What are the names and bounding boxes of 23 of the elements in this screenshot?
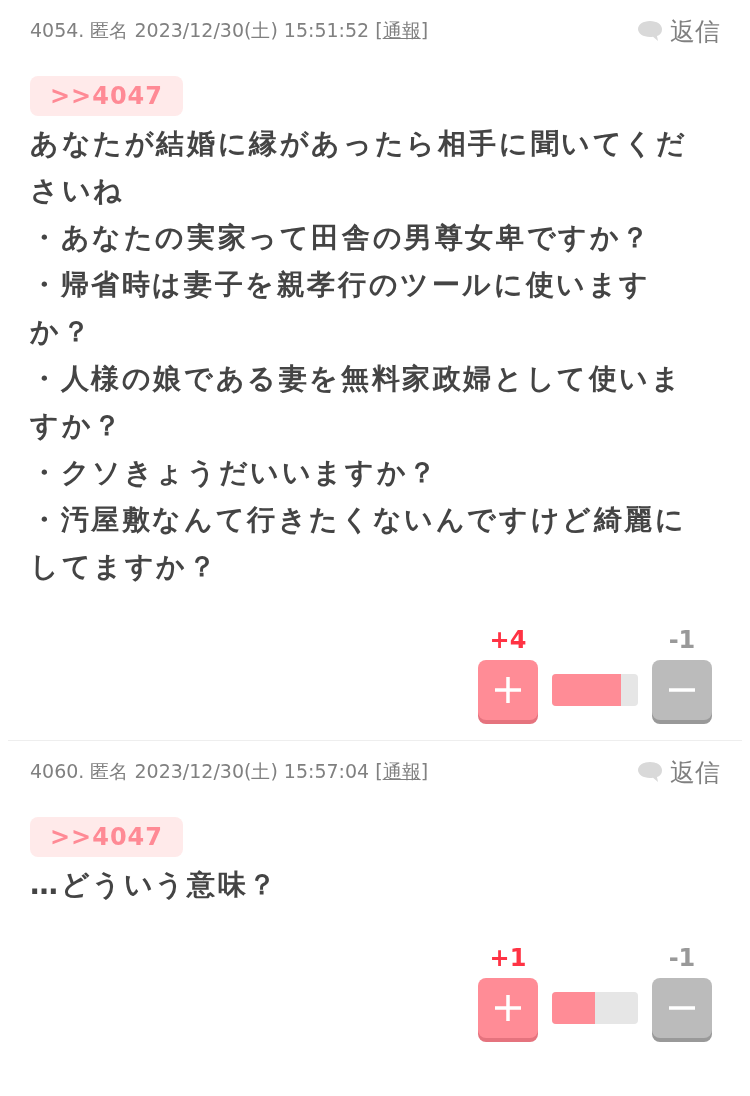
report-link[interactable]: 通報 (382, 760, 421, 782)
minus-icon (667, 1006, 697, 1010)
minus-count: -1 (668, 626, 696, 654)
plus-icon (493, 675, 523, 705)
plus-icon (493, 993, 523, 1023)
report-link[interactable]: 通報 (382, 19, 421, 41)
post-text: …どういう意味？ (30, 867, 280, 903)
speech-bubble-icon (636, 19, 664, 43)
speech-bubble-icon (636, 760, 664, 784)
post-text: ・人様の娘である妻を無料家政婦として使いますか？ (30, 361, 684, 444)
post-meta: 4060. 匿名 2023/12/30(土) 15:57:04 [通報] (30, 759, 429, 784)
post-text: あなたが結婚に縁があったら相手に聞いてくださいね (30, 126, 689, 209)
post-text: ・汚屋敷なんて行きたくないんですけど綺麗にしてますか？ (30, 502, 688, 585)
reply-link[interactable]: 返信 (670, 14, 720, 48)
post-meta: 4054. 匿名 2023/12/30(土) 15:51:52 [通報] (30, 18, 429, 43)
post-text: ・帰省時は妻子を親孝行のツールに使いますか？ (30, 267, 652, 350)
minus-count: -1 (668, 944, 696, 972)
post-text: ・あなたの実家って田舎の男尊女卑ですか？ (30, 220, 653, 256)
post-text: ・クソきょうだいいますか？ (30, 455, 440, 491)
plus-count: +4 (489, 626, 527, 654)
reply-link[interactable]: 返信 (670, 755, 720, 789)
plus-count: +1 (489, 944, 527, 972)
minus-icon (667, 688, 697, 692)
